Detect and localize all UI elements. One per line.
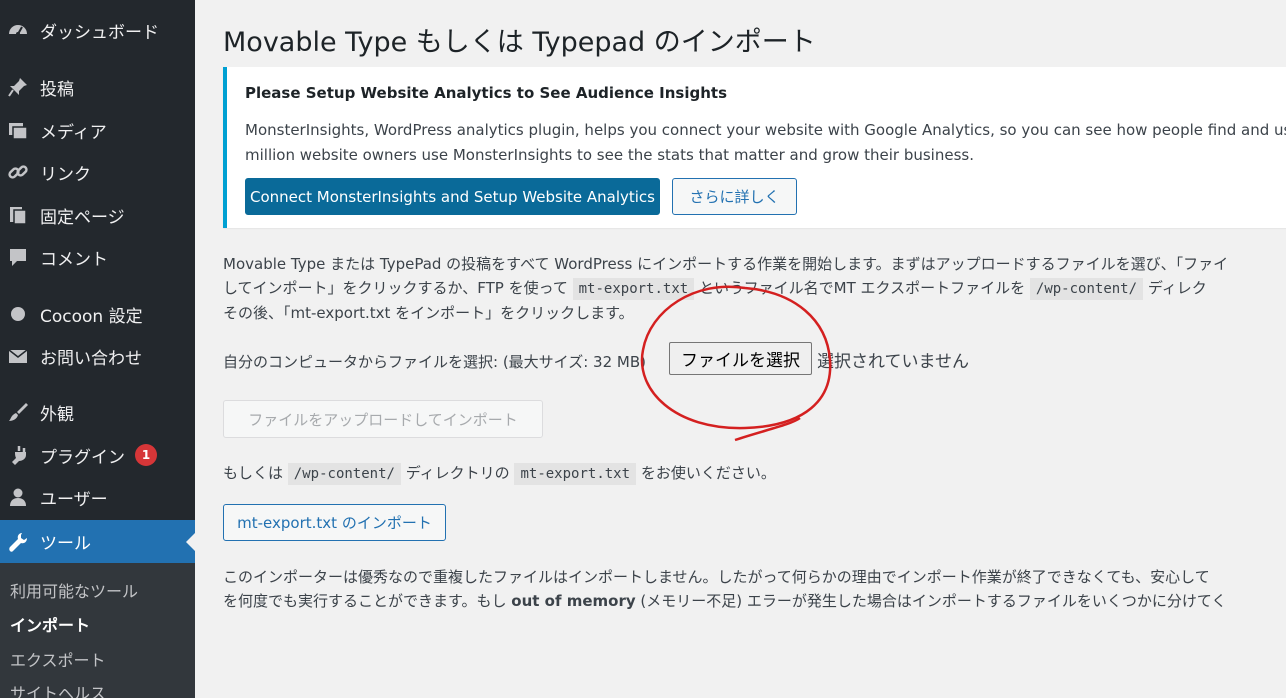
code-directory: /wp-content/ [1029, 278, 1144, 300]
connect-monsterinsights-button[interactable]: Connect MonsterInsights and Setup Websit… [245, 178, 660, 215]
notice-text-line2: million website owners use MonsterInsigh… [245, 146, 974, 164]
intro-text: してインポート」をクリックするか、FTP を使って [223, 279, 568, 297]
wrench-icon [7, 531, 29, 553]
sidebar-item-label: メディア [40, 122, 107, 143]
sidebar-item-plugins[interactable]: プラグイン 1 [0, 435, 195, 475]
plugin-icon [7, 444, 29, 466]
main-content: Movable Type もしくは Typepad のインポート Please … [195, 0, 1286, 698]
red-circle-annotation [640, 285, 832, 442]
brush-icon [7, 401, 29, 423]
sidebar-item-label: Cocoon 設定 [40, 306, 143, 327]
mail-icon [7, 345, 29, 367]
upload-label: 自分のコンピュータからファイルを選択: (最大サイズ: 32 MB) [223, 353, 646, 371]
sidebar-item-label: コメント [40, 249, 108, 270]
notice-text-line1: MonsterInsights, WordPress analytics plu… [245, 121, 1286, 139]
sidebar-item-contact[interactable]: お問い合わせ [0, 336, 195, 376]
sidebar-item-pages[interactable]: 固定ページ [0, 195, 195, 235]
sidebar-item-cocoon-settings[interactable]: Cocoon 設定 [0, 294, 195, 334]
alt-text: ディレクトリの [405, 464, 510, 482]
sidebar-item-media[interactable]: メディア [0, 110, 195, 150]
sidebar-item-label: 固定ページ [40, 207, 125, 228]
comment-icon [7, 246, 29, 268]
upload-and-import-button[interactable]: ファイルをアップロードしてインポート [223, 400, 543, 438]
sidebar-item-label: ツール [40, 534, 91, 554]
notice-title: Please Setup Website Analytics to See Au… [245, 84, 727, 102]
code-directory: /wp-content/ [287, 463, 401, 485]
media-icon [7, 119, 29, 141]
sidebar-item-dashboard[interactable]: ダッシュボード [0, 10, 195, 50]
alt-text: をお使いください。 [640, 464, 776, 482]
sidebar-item-label: リンク [40, 164, 91, 185]
pages-icon [7, 204, 29, 226]
submenu-item-site-health[interactable]: サイトヘルス [10, 680, 106, 698]
dashboard-icon [7, 19, 29, 41]
sidebar-item-posts[interactable]: 投稿 [0, 67, 195, 107]
page-title: Movable Type もしくは Typepad のインポート [223, 27, 816, 58]
sidebar-item-comments[interactable]: コメント [0, 237, 195, 277]
sidebar-item-label: ダッシュボード [40, 22, 159, 43]
footer-bold-text: out of memory [511, 592, 636, 610]
circle-icon [7, 303, 29, 325]
footer-text: (メモリー不足) エラーが発生した場合はインポートするファイルをいくつかに分けて… [640, 592, 1227, 610]
learn-more-button[interactable]: さらに詳しく [672, 178, 797, 215]
admin-sidebar: ダッシュボード 投稿 メディア リンク 固定ページ コメント Cocoon 設定… [0, 0, 195, 698]
intro-line1: Movable Type または TypePad の投稿をすべて WordPre… [223, 255, 1229, 273]
sidebar-item-users[interactable]: ユーザー [0, 477, 195, 517]
sidebar-item-label: 投稿 [40, 79, 74, 100]
sidebar-item-appearance[interactable]: 外観 [0, 392, 195, 432]
link-icon [7, 161, 29, 183]
sidebar-item-label: ユーザー [40, 489, 108, 510]
user-icon [7, 486, 29, 508]
footer-line1: このインポーターは優秀なので重複したファイルはインポートしません。したがって何ら… [223, 568, 1210, 586]
sidebar-item-tools[interactable]: ツール [0, 520, 195, 563]
footer-text: を何度でも実行することができます。もし [223, 592, 507, 610]
sidebar-item-label: プラグイン [40, 447, 125, 468]
sidebar-item-label: 外観 [40, 404, 74, 425]
submenu-item-available-tools[interactable]: 利用可能なツール [10, 578, 138, 602]
submenu-item-import[interactable]: インポート [10, 612, 90, 636]
import-mt-export-button[interactable]: mt-export.txt のインポート [223, 504, 446, 541]
tools-submenu: 利用可能なツール インポート エクスポート サイトヘルス [0, 563, 195, 698]
update-count-badge: 1 [135, 444, 157, 466]
pin-icon [7, 76, 29, 98]
intro-text: ディレク [1147, 279, 1207, 297]
footer-line2: を何度でも実行することができます。もし out of memory (メモリー不… [223, 590, 1226, 611]
intro-line3: その後、「mt-export.txt をインポート」をクリックします。 [223, 304, 634, 322]
alt-instruction: もしくは /wp-content/ ディレクトリの mt-export.txt … [223, 462, 776, 485]
sidebar-item-label: お問い合わせ [40, 348, 142, 369]
code-filename: mt-export.txt [514, 463, 637, 485]
analytics-notice: Please Setup Website Analytics to See Au… [223, 67, 1286, 228]
sidebar-item-links[interactable]: リンク [0, 152, 195, 192]
submenu-item-export[interactable]: エクスポート [10, 647, 106, 671]
alt-text: もしくは [223, 464, 284, 482]
